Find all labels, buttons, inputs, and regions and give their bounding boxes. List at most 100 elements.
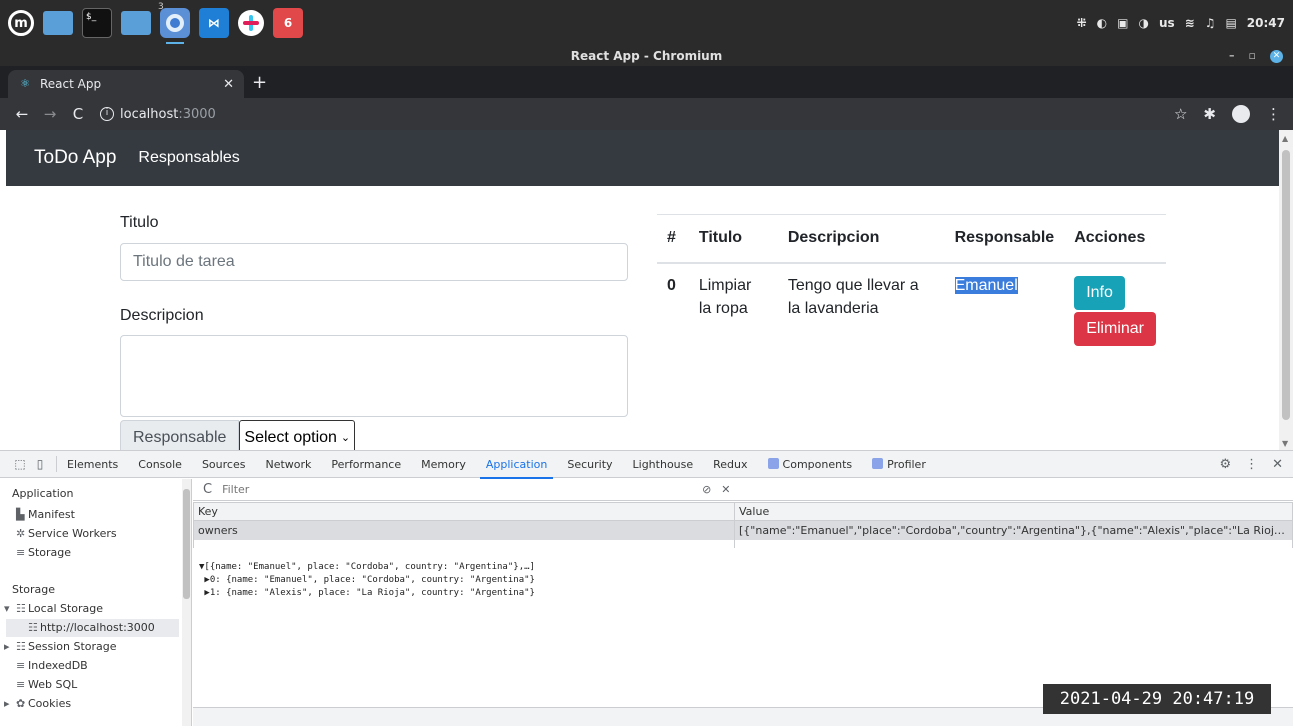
sidebar-item-label: Manifest <box>28 508 75 521</box>
settings-gear-icon[interactable]: ⚙ <box>1219 457 1231 472</box>
tab-profiler[interactable]: Profiler <box>872 451 926 478</box>
sidebar-section-application: Application <box>12 487 74 500</box>
forward-icon[interactable]: → <box>38 105 62 123</box>
responsable-addon-label: Responsable <box>120 420 240 450</box>
app-icon[interactable]: 6 <box>273 8 303 38</box>
refresh-icon[interactable]: C <box>203 482 212 497</box>
folder-icon[interactable] <box>43 8 73 38</box>
grid-icon: ☷ <box>16 602 26 615</box>
kv-value-cell[interactable]: [{"name":"Emanuel","place":"Cordoba","co… <box>734 520 1293 540</box>
tab-redux[interactable]: Redux <box>713 451 747 478</box>
nav-link-responsables[interactable]: Responsables <box>138 149 239 167</box>
new-tab-icon[interactable]: + <box>252 72 267 94</box>
scroll-down-icon[interactable]: ▼ <box>1282 439 1288 448</box>
tab-security[interactable]: Security <box>567 451 612 478</box>
address-bar[interactable]: i localhost:3000 <box>100 107 216 122</box>
page-scrollbar[interactable]: ▲ ▼ <box>1279 130 1293 450</box>
vpn-icon[interactable]: ◐ <box>1097 16 1107 30</box>
devtools-close-icon[interactable]: ✕ <box>1272 457 1283 472</box>
expand-right-icon: ▸ <box>4 640 10 653</box>
chromium-icon[interactable]: 3 <box>158 2 190 44</box>
sidebar-scrollbar[interactable] <box>182 479 191 726</box>
kv-header-key[interactable]: Key <box>193 502 735 521</box>
url-host: localhost <box>120 106 179 122</box>
table-header-row: # Titulo Descripcion Responsable Accione… <box>657 214 1166 264</box>
close-window-icon[interactable]: ✕ <box>1270 49 1283 63</box>
menu-kebab-icon[interactable]: ⋮ <box>1266 105 1281 123</box>
sidebar-scrollbar-thumb[interactable] <box>183 489 190 599</box>
clipboard-icon[interactable]: ▣ <box>1117 16 1128 30</box>
delete-selected-icon[interactable]: ✕ <box>721 483 730 496</box>
titulo-input[interactable] <box>120 243 628 281</box>
sidebar-item-websql[interactable]: ≡ Web SQL <box>16 678 77 691</box>
table-row: 0 Limpiar la ropa Tengo que llevar a la … <box>657 263 1166 356</box>
battery-icon[interactable]: ▤ <box>1225 16 1236 30</box>
bookmark-star-icon[interactable]: ☆ <box>1174 105 1187 123</box>
site-info-icon[interactable]: i <box>100 107 114 121</box>
sidebar-item-storage[interactable]: ≡ Storage <box>16 546 71 559</box>
tab-close-icon[interactable]: ✕ <box>223 77 234 92</box>
responsable-selected-text[interactable]: Emanuel <box>954 276 1018 294</box>
terminal-icon[interactable]: $_ <box>82 8 112 38</box>
info-button[interactable]: Info <box>1074 275 1125 310</box>
filter-input[interactable] <box>222 481 693 498</box>
inspect-element-icon[interactable]: ⬚ <box>10 457 30 471</box>
slack-icon[interactable] <box>238 10 264 36</box>
keyboard-layout[interactable]: us <box>1159 16 1175 30</box>
delete-button[interactable]: Eliminar <box>1074 311 1156 346</box>
clock[interactable]: 20:47 <box>1247 16 1285 30</box>
preview-item-1[interactable]: ▶1: {name: "Alexis", place: "La Rioja", … <box>199 587 535 600</box>
tab-components[interactable]: Components <box>767 451 852 478</box>
preview-item-0[interactable]: ▶0: {name: "Emanuel", place: "Cordoba", … <box>199 574 535 587</box>
sidebar-item-label: Storage <box>28 546 72 559</box>
mint-menu-icon[interactable]: m <box>8 10 34 36</box>
device-toolbar-icon[interactable]: ▯ <box>30 457 50 471</box>
sidebar-item-manifest[interactable]: ▙ Manifest <box>16 508 75 521</box>
network-icon[interactable]: ⁜ <box>1077 16 1087 30</box>
shield-icon[interactable]: ◑ <box>1138 16 1148 30</box>
browser-tab[interactable]: ⚛ React App ✕ <box>8 70 244 98</box>
responsable-select[interactable]: Select option ⌄ <box>239 420 356 450</box>
col-header-acciones: Acciones <box>1064 214 1166 264</box>
sidebar-item-local-storage[interactable]: ▾ ☷ Local Storage <box>4 602 103 615</box>
tab-performance[interactable]: Performance <box>331 451 401 478</box>
tab-memory[interactable]: Memory <box>421 451 466 478</box>
extensions-icon[interactable]: ✱ <box>1203 105 1216 123</box>
kv-header-value[interactable]: Value <box>734 502 1293 521</box>
kv-key-cell[interactable]: owners <box>193 520 735 540</box>
sidebar-item-session-storage[interactable]: ▸ ☷ Session Storage <box>4 640 117 653</box>
sidebar-item-cookies[interactable]: ▸ ✿ Cookies <box>4 697 71 710</box>
tab-title: React App <box>40 77 102 91</box>
back-icon[interactable]: ← <box>10 105 34 123</box>
clear-all-icon[interactable]: ⊘ <box>702 483 711 496</box>
devtools-menu-icon[interactable]: ⋮ <box>1245 457 1258 472</box>
page-scrollbar-thumb[interactable] <box>1282 150 1290 420</box>
tab-lighthouse[interactable]: Lighthouse <box>633 451 694 478</box>
preview-root-line[interactable]: ▼[{name: "Emanuel", place: "Cordoba", co… <box>199 561 535 574</box>
sidebar-item-indexeddb[interactable]: ≡ IndexedDB <box>16 659 88 672</box>
descripcion-label: Descripcion <box>120 307 204 324</box>
sidebar-item-label: IndexedDB <box>28 659 88 672</box>
maximize-icon[interactable]: ▫ <box>1249 46 1256 66</box>
scroll-up-icon[interactable]: ▲ <box>1282 134 1288 143</box>
wifi-icon[interactable]: ≋ <box>1185 16 1195 30</box>
tab-console[interactable]: Console <box>138 451 182 478</box>
navbar-brand[interactable]: ToDo App <box>34 147 116 169</box>
descripcion-textarea[interactable] <box>120 335 628 417</box>
cell-descripcion: Tengo que llevar a la lavanderia <box>787 276 919 317</box>
sidebar-item-localhost-origin[interactable]: ☷ http://localhost:3000 <box>28 621 155 634</box>
toolbar-actions: ☆ ✱ ⋮ <box>1174 98 1281 130</box>
music-icon[interactable]: ♫ <box>1205 16 1216 30</box>
tab-network[interactable]: Network <box>265 451 311 478</box>
kv-empty-cell <box>193 539 735 548</box>
tab-sources[interactable]: Sources <box>202 451 246 478</box>
reload-icon[interactable]: C <box>66 105 90 123</box>
profile-avatar-icon[interactable] <box>1232 105 1250 123</box>
minimize-icon[interactable]: – <box>1229 46 1235 66</box>
files-icon[interactable] <box>121 8 151 38</box>
vscode-icon[interactable]: ⋈ <box>199 8 229 38</box>
table-row[interactable]: owners [{"name":"Emanuel","place":"Cordo… <box>193 520 1293 540</box>
tab-application[interactable]: Application <box>479 451 554 479</box>
sidebar-item-service-workers[interactable]: ✲ Service Workers <box>16 527 117 540</box>
tab-elements[interactable]: Elements <box>67 451 118 478</box>
